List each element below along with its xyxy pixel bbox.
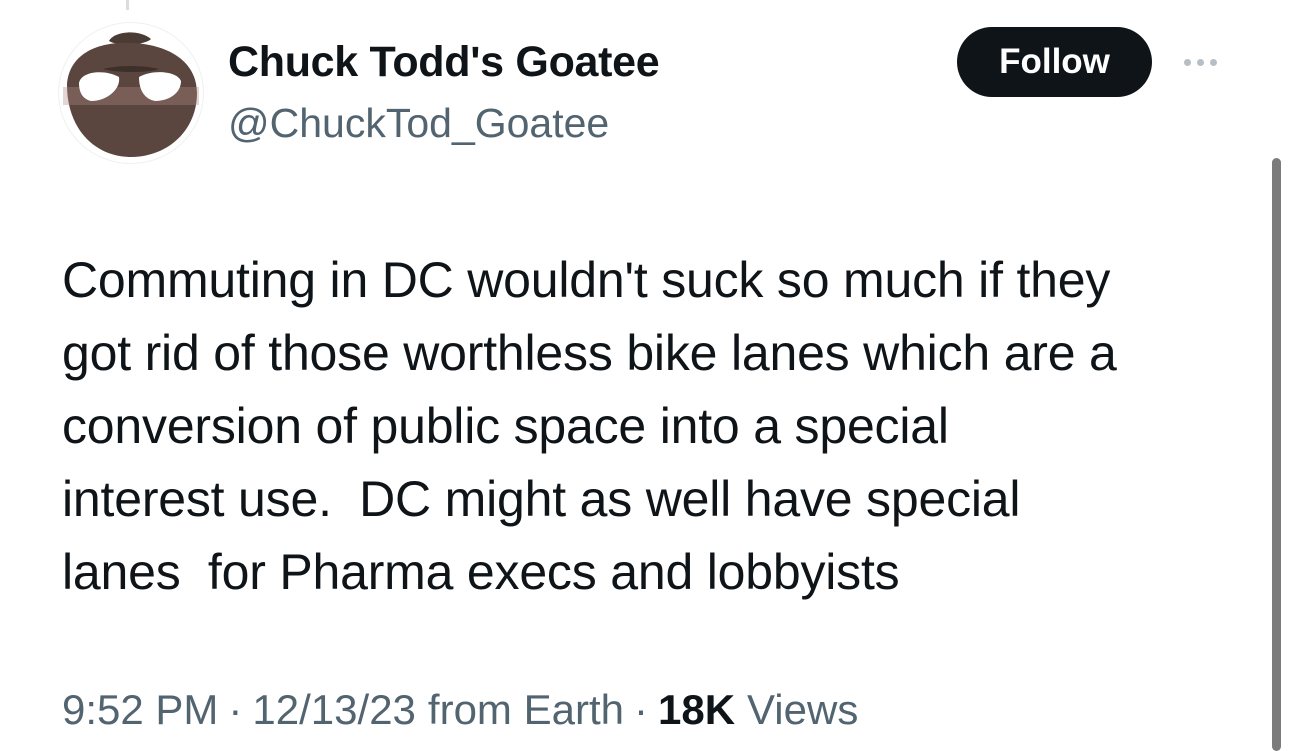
tweet-meta: 9:52 PM · 12/13/23 from Earth · 18K View… <box>62 686 858 734</box>
more-dot <box>1183 58 1191 66</box>
more-dot <box>1196 58 1204 66</box>
views-count[interactable]: 18K <box>658 686 735 734</box>
divider-top <box>126 0 129 10</box>
meta-separator: · <box>228 686 243 733</box>
tweet-source: from Earth <box>427 686 624 733</box>
tweet-line: interest use. DC might as well have spec… <box>62 471 1021 527</box>
tweet-time[interactable]: 9:52 PM <box>62 686 218 734</box>
more-options-icon[interactable] <box>1170 50 1230 74</box>
tweet-date[interactable]: 12/13/23 <box>252 686 416 734</box>
scrollbar[interactable] <box>1272 158 1281 751</box>
goatee-avatar-image <box>63 32 199 157</box>
meta-separator: · <box>633 686 648 733</box>
views-label[interactable]: Views <box>747 686 858 734</box>
user-handle[interactable]: @ChuckTod_Goatee <box>228 100 609 147</box>
display-name[interactable]: Chuck Todd's Goatee <box>228 38 660 87</box>
tweet-line: got rid of those worthless bike lanes wh… <box>62 325 1117 381</box>
more-dot <box>1209 58 1217 66</box>
tweet-line: lanes for Pharma execs and lobbyists <box>62 544 900 600</box>
tweet-text: Commuting in DC wouldn't suck so much if… <box>62 244 1252 609</box>
follow-button[interactable]: Follow <box>957 27 1152 97</box>
tweet-line: Commuting in DC wouldn't suck so much if… <box>62 252 1111 308</box>
tweet-line: conversion of public space into a specia… <box>62 398 949 454</box>
avatar[interactable] <box>58 22 204 164</box>
